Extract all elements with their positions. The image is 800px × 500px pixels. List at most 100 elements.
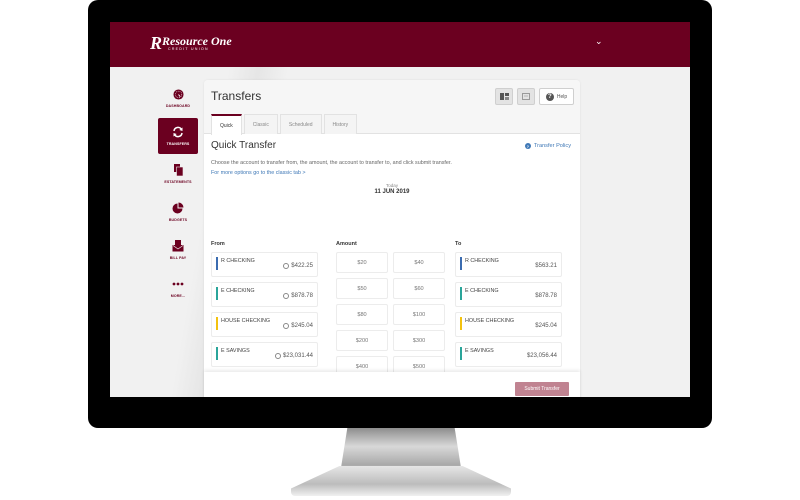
bill-pay-icon [172, 240, 184, 252]
screen: R Resource One CREDIT UNION ⌄ DASHBOARD … [110, 22, 690, 397]
account-balance: $245.04 [535, 323, 557, 329]
to-column-header: To [455, 241, 462, 247]
help-question-icon: ? [524, 143, 531, 149]
account-color-bar [460, 347, 462, 360]
clock-icon [274, 353, 281, 359]
date-value: 11 JUN 2019 [374, 189, 410, 195]
sidebar-label: BILL PAY [169, 256, 187, 260]
classic-tab-link[interactable]: For more options go to the classic tab > [211, 170, 573, 176]
account-balance: $245.04 [283, 323, 313, 329]
logo-subtitle: CREDIT UNION [168, 47, 209, 51]
account-option[interactable]: E CHECKING $878.78 [211, 282, 318, 307]
submit-transfer-button[interactable]: Submit Transfer [515, 382, 569, 396]
tab-classic[interactable]: Classic [243, 114, 278, 134]
account-option[interactable]: E CHECKING $878.78 [455, 282, 562, 307]
logo-name: Resource One [162, 34, 232, 48]
account-name: HOUSE CHECKING [465, 318, 515, 324]
account-option[interactable]: HOUSE CHECKING $245.04 [455, 312, 562, 337]
document-icon [522, 93, 530, 100]
account-option[interactable]: HOUSE CHECKING $245.04 [211, 312, 318, 337]
amount-column-header: Amount [336, 241, 357, 247]
account-option[interactable]: R CHECKING $422.25 [211, 252, 318, 277]
amount-option[interactable]: $300 [393, 330, 445, 351]
balance-value: $245.04 [291, 323, 313, 329]
page-title: Transfers [211, 89, 262, 103]
amount-option[interactable]: $50 [336, 278, 388, 299]
sidebar-label: TRANSFERS [166, 142, 190, 146]
account-option[interactable]: R CHECKING $563.21 [455, 252, 562, 277]
account-color-bar [460, 257, 462, 270]
balance-value: $563.21 [535, 263, 557, 269]
balance-value: $23,056.44 [526, 353, 557, 359]
amount-option[interactable]: $20 [336, 252, 388, 273]
transfer-policy-link[interactable]: ? Transfer Policy [524, 143, 571, 149]
balance-value: $245.04 [535, 323, 557, 329]
amount-option[interactable]: $60 [393, 278, 445, 299]
account-color-bar [216, 317, 218, 330]
chevron-down-icon[interactable]: ⌄ [595, 36, 603, 47]
account-name: E SAVINGS [221, 348, 250, 354]
tab-history[interactable]: History [323, 114, 358, 134]
submit-footer: Submit Transfer [204, 372, 580, 397]
sidebar-item-dashboard[interactable]: DASHBOARD [158, 80, 198, 116]
from-column-header: From [211, 241, 225, 247]
help-question-icon: ? [545, 92, 554, 101]
instructions-text: Choose the account to transfer from, the… [211, 160, 452, 166]
balance-value: $878.78 [291, 293, 313, 299]
transfer-date: Today 11 JUN 2019 [211, 183, 573, 195]
monitor-stand-base [291, 466, 511, 496]
help-label: Help [556, 93, 568, 100]
amount-option[interactable]: $80 [336, 304, 388, 325]
sidebar-label: DASHBOARD [165, 104, 191, 108]
account-name: HOUSE CHECKING [221, 318, 271, 324]
transfer-policy-label: Transfer Policy [533, 143, 571, 149]
account-name: E CHECKING [221, 288, 255, 294]
help-button[interactable]: ? Help [539, 88, 574, 105]
account-color-bar [216, 347, 218, 360]
top-bar: R Resource One CREDIT UNION ⌄ [110, 22, 690, 67]
print-button[interactable] [517, 88, 535, 105]
account-balance: $422.25 [283, 263, 313, 269]
tab-scheduled[interactable]: Scheduled [279, 114, 322, 134]
brand-logo[interactable]: R Resource One CREDIT UNION [150, 33, 232, 53]
amount-option[interactable]: $100 [393, 304, 445, 325]
sidebar-item-more[interactable]: MORE... [158, 270, 198, 306]
account-color-bar [216, 257, 218, 270]
sidebar-item-estatements[interactable]: ESTATEMENTS [158, 156, 198, 192]
section-title: Quick Transfer [211, 140, 277, 151]
account-name: E SAVINGS [465, 348, 494, 354]
sidebar-item-transfers[interactable]: TRANSFERS [158, 118, 198, 154]
more-dots-icon [172, 278, 184, 290]
pie-chart-icon [172, 202, 184, 214]
amount-option[interactable]: $200 [336, 330, 388, 351]
sidebar-label: ESTATEMENTS [164, 180, 192, 184]
account-color-bar [460, 317, 462, 330]
sidebar-label: BUDGETS [168, 218, 188, 222]
account-name: R CHECKING [221, 258, 255, 264]
clock-icon [283, 323, 290, 329]
account-balance: $878.78 [535, 293, 557, 299]
logo-mark: R [150, 33, 163, 53]
account-name: E CHECKING [465, 288, 499, 294]
layout-grid-icon [499, 93, 509, 100]
quick-transfer-panel: Quick Transfer ? Transfer Policy Choose … [211, 140, 573, 397]
balance-value: $422.25 [291, 263, 313, 269]
layout-toggle-button[interactable] [495, 88, 513, 105]
amount-option[interactable]: $40 [393, 252, 445, 273]
account-color-bar [216, 287, 218, 300]
balance-value: $878.78 [535, 293, 557, 299]
account-name: R CHECKING [465, 258, 499, 264]
sidebar-item-budgets[interactable]: BUDGETS [158, 194, 198, 230]
tab-bar: Quick Classic Scheduled History [211, 114, 358, 135]
documents-icon [172, 164, 184, 176]
account-option[interactable]: E SAVINGS $23,031.44 [211, 342, 318, 367]
date-caption: Today [385, 183, 398, 188]
account-balance: $563.21 [535, 263, 557, 269]
transfer-arrows-icon [172, 126, 184, 138]
sidebar-item-bill-pay[interactable]: BILL PAY [158, 232, 198, 268]
account-balance: $878.78 [283, 293, 313, 299]
account-color-bar [460, 287, 462, 300]
account-option[interactable]: E SAVINGS $23,056.44 [455, 342, 562, 367]
sidebar-nav: DASHBOARD TRANSFERS ESTATEMENTS BUDGETS … [158, 80, 198, 308]
tab-quick[interactable]: Quick [211, 114, 242, 135]
